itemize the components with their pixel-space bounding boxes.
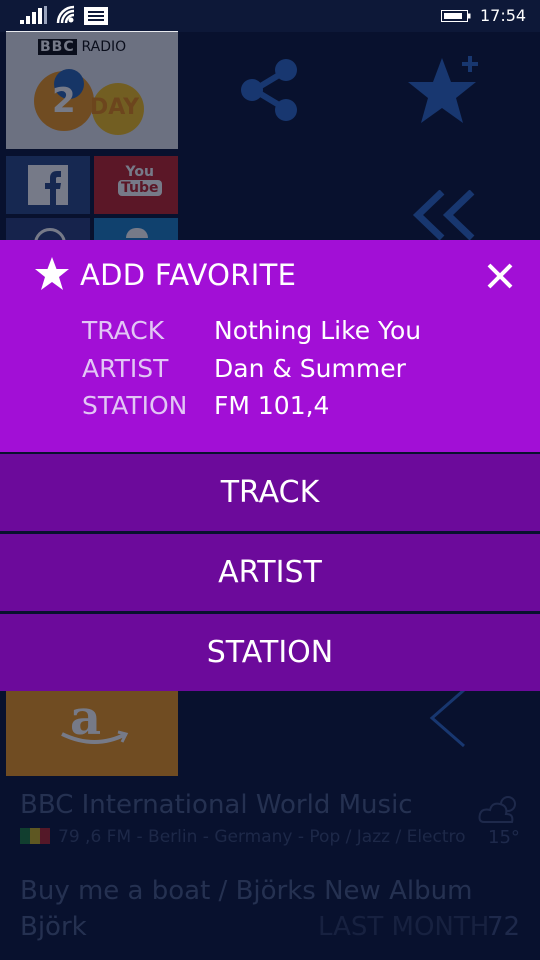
artist-value: Dan & Summer [214, 354, 406, 383]
station-label: STATION [82, 391, 188, 420]
country-flag-icon [20, 828, 50, 844]
bbc-radio-logo: BBC RADIO [38, 39, 127, 55]
favorite-artist-button[interactable]: ARTIST [0, 534, 540, 611]
news-count: 72 [487, 912, 521, 942]
artist-label: ARTIST [82, 354, 169, 383]
station-name[interactable]: BBC International World Music [20, 790, 413, 820]
add-favorite-star-icon[interactable] [406, 48, 486, 128]
news-period: LAST MONTH [318, 912, 490, 942]
twitter-icon [126, 228, 148, 238]
station-value: FM 101,4 [214, 391, 330, 420]
message-icon [84, 7, 108, 25]
youtube-tile[interactable]: You Tube [94, 156, 178, 214]
weather-temperature: 15° [488, 827, 520, 848]
station-meta: 79 ,6 FM - Berlin - Germany - Pop / Jazz… [58, 827, 466, 847]
favorite-track-button[interactable]: TRACK [0, 454, 540, 531]
facebook-tile[interactable] [6, 156, 90, 214]
youtube-icon: You Tube [118, 164, 162, 196]
clock: 17:54 [480, 6, 527, 25]
station-logo-tile[interactable]: BBC RADIO 2 DAY [6, 31, 178, 149]
dialog-title: ADD FAVORITE [80, 258, 297, 292]
star-icon [35, 257, 69, 290]
battery-icon [441, 10, 471, 22]
weather-cloud-sun-icon [478, 796, 516, 823]
track-value: Nothing Like You [214, 316, 422, 345]
logo-day: DAY [90, 95, 140, 120]
rewind-icon[interactable] [412, 190, 482, 240]
status-bar: 17:54 [0, 0, 540, 32]
facebook-icon [28, 165, 68, 205]
previous-chevron-icon[interactable] [428, 688, 468, 748]
track-label: TRACK [82, 316, 165, 345]
news-artist: Björk [20, 912, 87, 942]
news-title[interactable]: Buy me a boat / Björks New Album [20, 876, 472, 906]
amazon-tile[interactable]: a [6, 690, 178, 776]
logo-two: 2 [52, 81, 76, 121]
close-icon[interactable] [486, 262, 514, 290]
share-icon[interactable] [238, 58, 302, 122]
wifi-icon [56, 5, 75, 24]
favorite-station-button[interactable]: STATION [0, 614, 540, 691]
signal-strength-icon [20, 6, 47, 24]
